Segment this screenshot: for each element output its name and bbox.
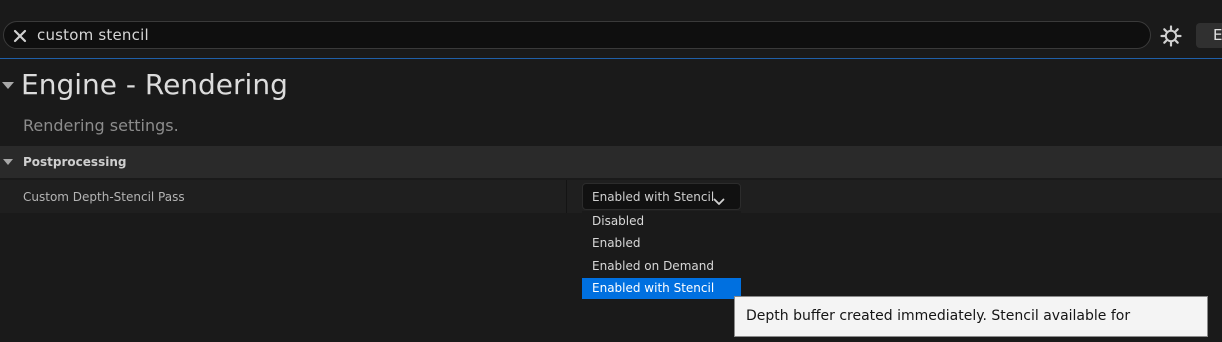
section-description: Rendering settings. xyxy=(23,116,179,135)
search-text: custom stencil xyxy=(37,26,149,44)
category-label: Postprocessing xyxy=(23,155,127,169)
category-postprocessing[interactable]: Postprocessing xyxy=(0,146,1222,179)
collapse-triangle-icon[interactable] xyxy=(3,159,13,165)
dropdown-option-enabled-on-demand[interactable]: Enabled on Demand xyxy=(582,256,741,277)
custom-depth-stencil-combo[interactable]: Enabled with Stencil xyxy=(582,183,741,210)
extra-button[interactable]: E xyxy=(1196,23,1222,48)
section-header: Engine - Rendering Rendering settings. xyxy=(0,60,1222,146)
property-row-custom-depth-stencil: Custom Depth-Stencil Pass Enabled with S… xyxy=(0,180,1222,213)
close-icon[interactable] xyxy=(13,28,27,43)
gear-icon[interactable] xyxy=(1160,25,1182,47)
collapse-triangle-icon[interactable] xyxy=(2,82,14,89)
tooltip: Depth buffer created immediately. Stenci… xyxy=(734,296,1208,337)
search-bar: custom stencil E xyxy=(0,0,1222,59)
dropdown-menu: Disabled Enabled Enabled on Demand Enabl… xyxy=(582,211,741,299)
dropdown-option-disabled[interactable]: Disabled xyxy=(582,211,741,232)
column-splitter[interactable] xyxy=(566,180,567,213)
property-label: Custom Depth-Stencil Pass xyxy=(23,190,185,204)
search-input[interactable]: custom stencil xyxy=(3,21,1151,49)
dropdown-option-enabled-with-stencil[interactable]: Enabled with Stencil xyxy=(582,278,741,299)
section-title: Engine - Rendering xyxy=(21,68,288,101)
dropdown-option-enabled[interactable]: Enabled xyxy=(582,233,741,254)
combo-value: Enabled with Stencil xyxy=(592,190,715,204)
chevron-down-icon xyxy=(713,192,725,205)
